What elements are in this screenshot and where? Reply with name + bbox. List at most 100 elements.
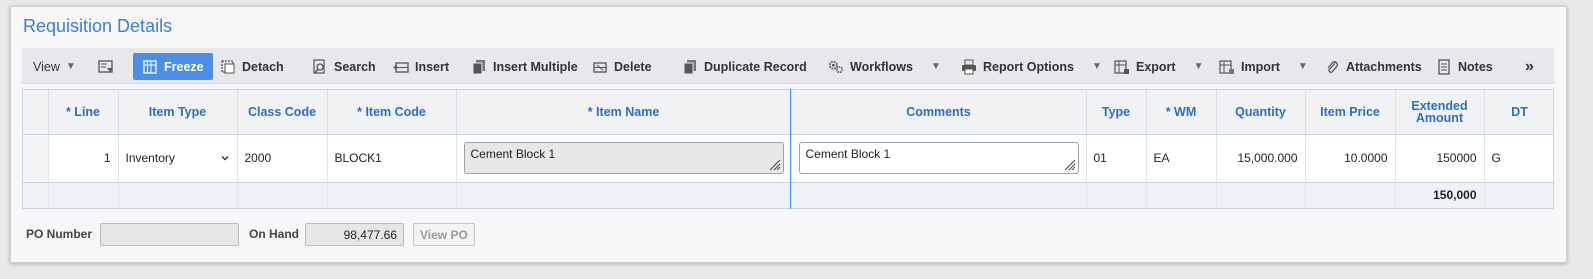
comments-field[interactable]: Cement Block 1: [798, 142, 1079, 174]
insert-multiple-icon: [471, 59, 487, 75]
total-extended-amount: 150,000: [1395, 182, 1485, 208]
detach-button[interactable]: Detach: [220, 53, 284, 80]
col-header-type[interactable]: Type: [1086, 90, 1147, 135]
totals-cell: [456, 182, 792, 208]
delete-button[interactable]: Delete: [592, 53, 652, 80]
grid-table: * Line Item Type Class Code * Item Code …: [23, 90, 1553, 208]
col-header-dt[interactable]: DT: [1484, 90, 1553, 135]
col-header-wm[interactable]: * WM: [1146, 90, 1217, 135]
column-focus-indicator: [790, 89, 791, 209]
table-row[interactable]: 1 Inventory 2000 BLOCK1 Cement Block 1 C…: [23, 134, 1553, 183]
duplicate-record-label: Duplicate Record: [704, 59, 807, 74]
totals-row: 150,000: [23, 182, 1553, 208]
more-tools-button[interactable]: »: [1525, 53, 1534, 80]
requisition-lines-grid: * Line Item Type Class Code * Item Code …: [22, 89, 1554, 209]
col-header-quantity[interactable]: Quantity: [1216, 90, 1306, 135]
column-settings-button[interactable]: [98, 53, 114, 80]
import-icon: [1219, 59, 1235, 75]
view-po-button[interactable]: View PO: [413, 222, 475, 246]
caret-down-icon: ▼: [1091, 61, 1102, 72]
export-menu[interactable]: Export ▼: [1114, 53, 1204, 80]
search-label: Search: [334, 59, 376, 74]
duplicate-record-button[interactable]: Duplicate Record: [682, 53, 807, 80]
caret-down-icon: ▼: [1297, 61, 1308, 72]
cell-item-code[interactable]: BLOCK1: [327, 134, 457, 183]
insert-button[interactable]: Insert: [393, 53, 449, 80]
view-menu[interactable]: View ▼: [33, 53, 76, 80]
col-header-class-code[interactable]: Class Code: [237, 90, 328, 135]
freeze-columns-icon: [142, 59, 158, 75]
col-header-comments[interactable]: Comments: [791, 90, 1087, 135]
chevron-down-icon: [221, 156, 228, 161]
export-icon: [1114, 59, 1130, 75]
col-header-item-type[interactable]: Item Type: [118, 90, 238, 135]
cell-wm[interactable]: EA: [1146, 134, 1217, 183]
requisition-details-panel: Requisition Details View ▼ Freeze Detach: [10, 6, 1567, 263]
double-chevron-right-icon: »: [1525, 57, 1534, 75]
cell-line[interactable]: 1: [48, 134, 119, 183]
col-header-item-code[interactable]: * Item Code: [327, 90, 457, 135]
search-button[interactable]: Search: [312, 53, 376, 80]
col-header-item-price[interactable]: Item Price: [1305, 90, 1396, 135]
insert-multiple-button[interactable]: Insert Multiple: [471, 53, 578, 80]
col-header-item-name[interactable]: * Item Name: [456, 90, 792, 135]
row-selector-header: [23, 90, 49, 135]
totals-cell: [1484, 182, 1553, 208]
footer-fields: PO Number On Hand 98,477.66 View PO: [26, 222, 475, 246]
caret-down-icon: ▼: [1193, 61, 1204, 72]
totals-cell: [791, 182, 1087, 208]
row-selector[interactable]: [23, 134, 49, 183]
page-title: Requisition Details: [23, 16, 173, 36]
cell-item-price[interactable]: 10.0000: [1305, 134, 1396, 183]
insert-label: Insert: [415, 59, 450, 74]
po-number-field[interactable]: [100, 222, 240, 246]
cell-dt[interactable]: G: [1484, 134, 1553, 183]
resize-grip-icon[interactable]: [767, 157, 781, 171]
totals-cell: [1146, 182, 1217, 208]
report-options-menu[interactable]: Report Options ▼: [961, 53, 1102, 80]
grid-header-row: * Line Item Type Class Code * Item Code …: [23, 90, 1553, 135]
notes-label: Notes: [1458, 59, 1493, 74]
totals-cell: [237, 182, 328, 208]
cell-class-code[interactable]: 2000: [237, 134, 328, 183]
totals-cell: [48, 182, 119, 208]
totals-cell: [1086, 182, 1147, 208]
totals-cell: [1216, 182, 1306, 208]
freeze-button[interactable]: Freeze: [133, 53, 213, 80]
on-hand-label: On Hand: [249, 227, 300, 241]
cell-type[interactable]: 01: [1086, 134, 1147, 183]
item-name-field: Cement Block 1: [463, 142, 784, 174]
freeze-label: Freeze: [164, 59, 204, 74]
comments-value: Cement Block 1: [805, 147, 891, 161]
po-number-label: PO Number: [26, 227, 93, 241]
on-hand-field: 98,477.66: [305, 222, 405, 246]
notes-button[interactable]: Notes: [1436, 53, 1493, 80]
cell-comments[interactable]: Cement Block 1: [791, 134, 1087, 183]
cell-item-type[interactable]: Inventory: [118, 134, 238, 183]
insert-multiple-label: Insert Multiple: [493, 59, 578, 74]
col-header-line[interactable]: * Line: [48, 90, 119, 135]
delete-label: Delete: [614, 59, 652, 74]
grid-toolbar: View ▼ Freeze Detach Search Insert Inser…: [22, 48, 1554, 84]
item-type-select[interactable]: Inventory: [126, 151, 230, 165]
insert-row-icon: [393, 59, 409, 75]
export-label: Export: [1136, 59, 1176, 74]
totals-cell: [327, 182, 457, 208]
delete-row-icon: [592, 59, 608, 75]
cell-quantity[interactable]: 15,000.000: [1216, 134, 1306, 183]
cell-extended-amount[interactable]: 150000: [1395, 134, 1485, 183]
detach-label: Detach: [242, 59, 284, 74]
duplicate-icon: [682, 59, 698, 75]
attachments-button[interactable]: Attachments: [1324, 53, 1422, 80]
col-header-extended-amount[interactable]: Extended Amount: [1395, 90, 1485, 135]
resize-grip-icon[interactable]: [1062, 157, 1076, 171]
workflows-label: Workflows: [850, 59, 913, 74]
import-menu[interactable]: Import ▼: [1219, 53, 1308, 80]
totals-cell: [1305, 182, 1396, 208]
attachments-label: Attachments: [1346, 59, 1422, 74]
report-options-label: Report Options: [983, 59, 1074, 74]
caret-down-icon: ▼: [65, 61, 76, 72]
caret-down-icon: ▼: [930, 61, 941, 72]
filter-list-icon: [98, 59, 114, 75]
workflows-menu[interactable]: Workflows ▼: [828, 53, 941, 80]
